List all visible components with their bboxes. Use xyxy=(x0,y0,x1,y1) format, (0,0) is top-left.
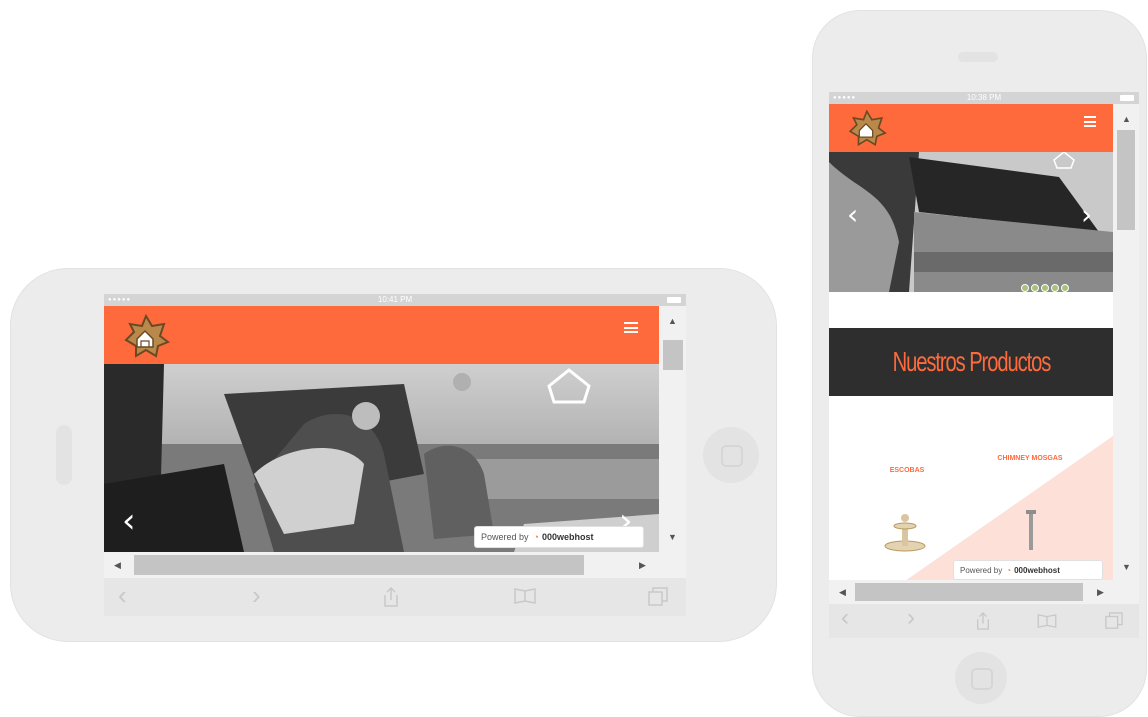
battery-icon xyxy=(1120,95,1134,101)
landscape-header xyxy=(104,306,659,364)
battery-icon xyxy=(667,297,681,303)
fountain-product-image[interactable] xyxy=(883,512,927,552)
scroll-down-icon[interactable]: ▼ xyxy=(1122,562,1131,572)
back-button[interactable]: ‹ xyxy=(841,604,849,632)
slider-dot[interactable] xyxy=(1061,284,1069,292)
signal-icon: ●●●●● xyxy=(108,297,132,303)
chimney-product-image[interactable] xyxy=(1025,508,1037,552)
scroll-left-icon[interactable]: ◀ xyxy=(114,560,121,570)
landscape-browser-toolbar: ‹ › xyxy=(104,578,686,616)
scroll-right-icon[interactable]: ▶ xyxy=(639,560,646,570)
bookmarks-icon[interactable] xyxy=(514,588,536,604)
vertical-scroll-thumb[interactable] xyxy=(663,340,683,370)
hero-photo xyxy=(829,152,1113,292)
slider-prev-arrow[interactable]: ‹ xyxy=(122,504,136,538)
share-icon[interactable] xyxy=(382,586,400,608)
powered-by-label: Powered by xyxy=(960,565,1003,575)
scroll-right-icon[interactable]: ▶ xyxy=(1097,587,1104,597)
portrait-speaker xyxy=(958,52,998,62)
slider-dot[interactable] xyxy=(1021,284,1029,292)
products-section: ESCOBAS CHIMNEY MOSGAS Powered by ◔ 000w… xyxy=(829,396,1113,606)
portrait-browser-toolbar: ‹ › xyxy=(829,604,1139,638)
tabs-icon[interactable] xyxy=(648,587,668,607)
forward-button[interactable]: › xyxy=(907,604,915,632)
slider-pagination[interactable] xyxy=(1021,284,1069,292)
powered-by-badge[interactable]: Powered by ◔ 000webhost xyxy=(474,526,644,548)
scroll-up-icon[interactable]: ▲ xyxy=(668,316,677,326)
landscape-hero-slider: ‹ › Powered by ◔ 000webhost xyxy=(104,364,659,552)
section-title: Nuestros Productos xyxy=(892,346,1051,377)
portrait-hero-slider: ‹ › xyxy=(829,152,1113,292)
vertical-scroll-thumb[interactable] xyxy=(1117,130,1135,230)
horizontal-scroll-thumb[interactable] xyxy=(855,583,1083,601)
landscape-status-bar: ●●●●● 10:41 PM xyxy=(104,294,686,306)
share-icon[interactable] xyxy=(975,611,991,631)
powered-by-brand: 000webhost xyxy=(1014,565,1060,575)
tabs-icon[interactable] xyxy=(1105,612,1123,630)
powered-by-brand: 000webhost xyxy=(541,532,594,542)
bookmarks-icon[interactable] xyxy=(1037,614,1057,628)
slider-dot[interactable] xyxy=(1031,284,1039,292)
forward-button[interactable]: › xyxy=(252,580,261,611)
slider-next-arrow[interactable]: › xyxy=(1081,198,1092,232)
portrait-home-button[interactable] xyxy=(955,652,1007,704)
ranch-logo-icon[interactable] xyxy=(120,312,170,360)
hamburger-menu-icon[interactable] xyxy=(624,322,638,333)
scroll-left-icon[interactable]: ◀ xyxy=(839,587,846,597)
landscape-home-button[interactable] xyxy=(703,427,759,483)
slider-prev-arrow[interactable]: ‹ xyxy=(847,198,858,232)
slider-dot[interactable] xyxy=(1051,284,1059,292)
product-name[interactable]: CHIMNEY MOSGAS xyxy=(997,454,1063,463)
landscape-speaker xyxy=(56,425,72,485)
landscape-horizontal-scrollbar[interactable]: ◀ ▶ xyxy=(104,552,686,578)
scroll-up-icon[interactable]: ▲ xyxy=(1122,114,1131,124)
powered-by-label: Powered by xyxy=(481,532,529,542)
webhost-logo-icon: ◔ xyxy=(1006,565,1012,575)
signal-icon: ●●●●● xyxy=(833,95,857,101)
portrait-vertical-scrollbar[interactable]: ▲ ▼ xyxy=(1113,104,1139,580)
product-name[interactable]: ESCOBAS xyxy=(877,466,937,475)
portrait-header xyxy=(829,104,1113,152)
status-time: 10:38 PM xyxy=(966,93,1002,102)
back-button[interactable]: ‹ xyxy=(118,580,127,611)
horizontal-scroll-thumb[interactable] xyxy=(134,555,584,575)
landscape-vertical-scrollbar[interactable]: ▲ ▼ xyxy=(659,306,686,552)
slider-dot[interactable] xyxy=(1041,284,1049,292)
hero-photo xyxy=(104,364,659,552)
hamburger-menu-icon[interactable] xyxy=(1084,116,1096,127)
powered-by-badge[interactable]: Powered by ◔ 000webhost xyxy=(953,560,1103,580)
portrait-status-bar: ●●●●● 10:38 PM xyxy=(829,92,1139,104)
section-title-banner: Nuestros Productos xyxy=(829,328,1113,396)
scroll-down-icon[interactable]: ▼ xyxy=(668,532,677,542)
spacer xyxy=(829,292,1113,328)
status-time: 10:41 PM xyxy=(377,295,413,304)
ranch-logo-icon[interactable] xyxy=(845,108,887,148)
portrait-horizontal-scrollbar[interactable]: ◀ ▶ xyxy=(829,580,1139,604)
webhost-logo-icon: ◔ xyxy=(533,532,539,542)
